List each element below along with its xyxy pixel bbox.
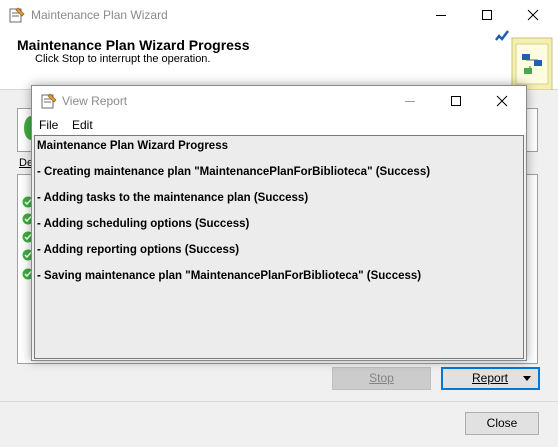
close-button[interactable]: Close <box>465 412 539 435</box>
maximize-icon <box>482 10 492 20</box>
menu-file[interactable]: File <box>39 118 58 132</box>
wizard-window-title: Maintenance Plan Wizard <box>31 8 168 22</box>
report-button-label: Report <box>472 371 509 385</box>
wizard-app-icon <box>9 7 25 23</box>
stop-button-label: Stop <box>369 371 394 385</box>
wizard-titlebar[interactable]: Maintenance Plan Wizard <box>0 0 558 30</box>
report-line: - Adding scheduling options (Success) <box>37 218 250 230</box>
page-title: Maintenance Plan Wizard Progress <box>17 37 250 53</box>
wizard-maximize-button[interactable] <box>464 0 510 30</box>
wizard-checklist-graphic <box>495 30 553 90</box>
close-icon <box>496 95 508 107</box>
menu-edit[interactable]: Edit <box>72 118 93 132</box>
view-report-window: View Report File Edit Maintenance Plan W… <box>31 85 527 361</box>
report-maximize-button[interactable] <box>433 86 479 116</box>
report-close-window-button[interactable] <box>479 86 525 116</box>
report-window-title: View Report <box>62 94 128 108</box>
dropdown-arrow-icon <box>523 376 531 381</box>
report-minimize-button[interactable] <box>387 86 433 116</box>
maximize-icon <box>451 96 461 106</box>
report-line: - Creating maintenance plan "Maintenance… <box>37 166 431 178</box>
wizard-minimize-button[interactable] <box>418 0 464 30</box>
close-icon <box>527 9 539 21</box>
report-content[interactable]: Maintenance Plan Wizard Progress - Creat… <box>34 135 524 359</box>
report-line: - Adding reporting options (Success) <box>37 244 240 256</box>
report-line: - Saving maintenance plan "MaintenancePl… <box>37 270 422 282</box>
report-line: Maintenance Plan Wizard Progress <box>37 140 228 152</box>
minimize-icon <box>436 15 446 16</box>
wizard-close-window-button[interactable] <box>510 0 556 30</box>
minimize-icon <box>405 101 415 102</box>
report-menubar: File Edit <box>32 115 526 135</box>
report-dropdown-button[interactable]: Report <box>441 367 540 390</box>
wizard-app-icon <box>41 93 57 109</box>
stop-button[interactable]: Stop <box>332 367 431 390</box>
wizard-header: Maintenance Plan Wizard Progress Click S… <box>0 30 558 90</box>
report-line: - Adding tasks to the maintenance plan (… <box>37 192 309 204</box>
page-subtitle: Click Stop to interrupt the operation. <box>35 53 211 65</box>
report-titlebar[interactable]: View Report <box>32 86 526 115</box>
footer-divider <box>0 401 558 402</box>
